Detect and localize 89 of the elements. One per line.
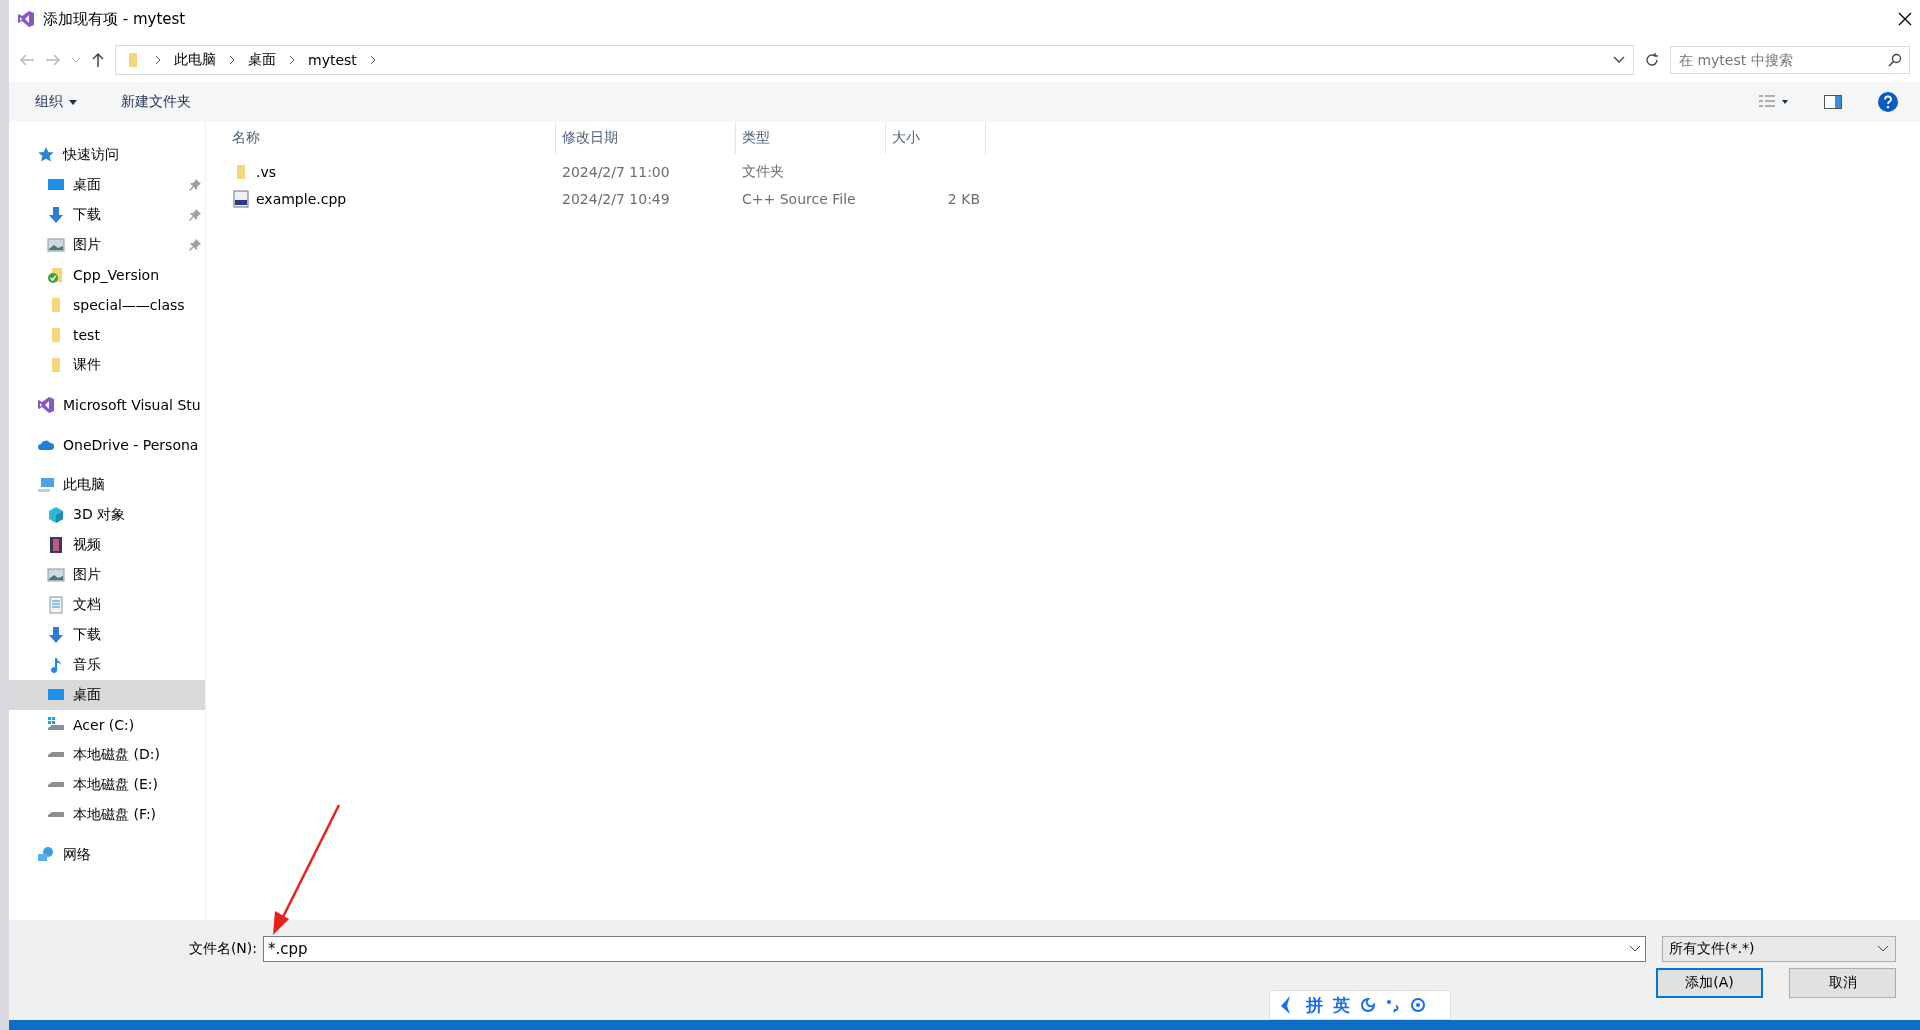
sidebar-item[interactable]: 下载 [9,620,205,650]
sidebar-item[interactable]: 图片 [9,230,205,260]
sidebar-item[interactable]: Cpp_Version [9,260,205,290]
cancel-button[interactable]: 取消 [1789,968,1896,998]
filename-label: 文件名(N): [188,940,257,958]
sidebar-item[interactable]: 本地磁盘 (F:) [9,800,205,830]
file-row[interactable]: .vs 2024/2/7 11:00 文件夹 [226,158,1920,185]
sidebar-item[interactable]: 音乐 [9,650,205,680]
caret-icon [69,99,77,105]
help-icon[interactable] [1878,92,1898,112]
picture-icon [47,236,65,254]
network-globe-icon [37,846,55,864]
sidebar-item[interactable]: Acer (C:) [9,710,205,740]
table-cell-text: 2 KB [946,190,981,207]
dropdown-caret-icon [1877,945,1889,953]
organize-menu[interactable]: 组织 [31,89,81,115]
column-header[interactable]: 修改日期 [556,122,736,154]
chevron-right-icon [154,55,162,65]
settings-icon[interactable] [1410,997,1426,1013]
punctuation-icon[interactable] [1386,997,1400,1013]
film-icon [47,536,65,554]
new-folder-button[interactable]: 新建文件夹 [117,89,195,115]
cube-icon [47,506,65,524]
sidebar-item[interactable]: 3D 对象 [9,500,205,530]
chevron-right-icon [228,55,236,65]
breadcrumb[interactable]: 此电脑 [174,51,216,69]
file-row[interactable]: example.cpp 2024/2/7 10:49 C++ Source File 2 KB [226,185,1920,212]
table-cell-text: 文件夹 [741,162,785,181]
close-icon[interactable] [1898,12,1912,26]
sidebar-item[interactable]: 本地磁盘 (D:) [9,740,205,770]
sidebar-item[interactable]: 此电脑 [9,470,205,500]
sidebar-item[interactable]: Microsoft Visual Stu [9,390,205,420]
cpp-file-icon [232,189,250,208]
table-cell-text: C++ Source File [741,190,857,207]
column-header[interactable]: 名称 [226,122,556,154]
moon-icon[interactable] [1360,997,1376,1013]
sidebar-item[interactable]: 下载 [9,200,205,230]
infinity-logo-icon [37,396,55,414]
star-icon [37,146,55,164]
file-type-dropdown[interactable]: 所有文件(*.*) [1662,936,1896,962]
search-icon [1888,53,1902,67]
sidebar-item[interactable]: 快速访问 [9,140,205,170]
down-arrow-icon [47,626,65,644]
file-name: .vs [256,163,277,180]
sidebar-item[interactable]: 图片 [9,560,205,590]
drive-icon [47,812,65,818]
pin-icon [189,239,201,251]
add-button[interactable]: 添加(A) [1656,968,1763,998]
chevron-right-icon [368,55,377,65]
dropdown-caret-icon[interactable] [1613,56,1625,64]
refresh-icon[interactable] [1644,52,1660,68]
sidebar-item[interactable]: 文档 [9,590,205,620]
column-header[interactable]: 大小 [886,122,986,154]
down-arrow-icon [47,206,65,224]
drive-icon [47,752,65,758]
filename-field[interactable]: *.cpp [263,936,1646,962]
computer-icon [37,476,55,494]
document-icon [47,596,65,614]
window-title: 添加现有项 - mytest [43,9,187,29]
sidebar-item[interactable]: 本地磁盘 (E:) [9,770,205,800]
pin-icon [189,209,201,221]
sidebar-item[interactable]: special——class [9,290,205,320]
up-arrow-icon[interactable] [91,52,105,68]
table-cell-text: 2024/2/7 10:49 [561,190,671,207]
sidebar-item[interactable]: 桌面 [9,170,205,200]
search-field[interactable]: 在 mytest 中搜索 [1670,46,1910,74]
infinity-logo-icon [17,10,35,28]
pin-icon [189,179,201,191]
sidebar-item[interactable]: 视频 [9,530,205,560]
drive-icon [47,782,65,788]
sidebar-item[interactable]: 网络 [9,840,205,870]
sidebar-item[interactable]: 课件 [9,350,205,380]
picture-icon [47,566,65,584]
breadcrumb[interactable]: mytest [308,52,357,68]
file-name: example.cpp [256,190,347,207]
view-options-icon[interactable] [1758,94,1788,110]
folder-check-icon [47,266,65,284]
ime-key[interactable]: 英 [1333,993,1350,1017]
sidebar-item[interactable]: OneDrive - Persona [9,430,205,460]
address-bar[interactable]: 此电脑 桌面 mytest [115,45,1634,75]
chevron-right-icon [288,55,296,65]
preview-pane-icon[interactable] [1824,95,1842,109]
column-header[interactable]: 类型 [736,122,886,154]
ime-key[interactable]: 拼 [1306,993,1323,1017]
dropdown-caret-icon[interactable] [1629,945,1641,953]
breadcrumb[interactable]: 桌面 [248,51,276,69]
table-cell-text: 2024/2/7 11:00 [561,163,671,180]
sidebar-item[interactable]: test [9,320,205,350]
sidebar-item[interactable]: 桌面 [9,680,205,710]
